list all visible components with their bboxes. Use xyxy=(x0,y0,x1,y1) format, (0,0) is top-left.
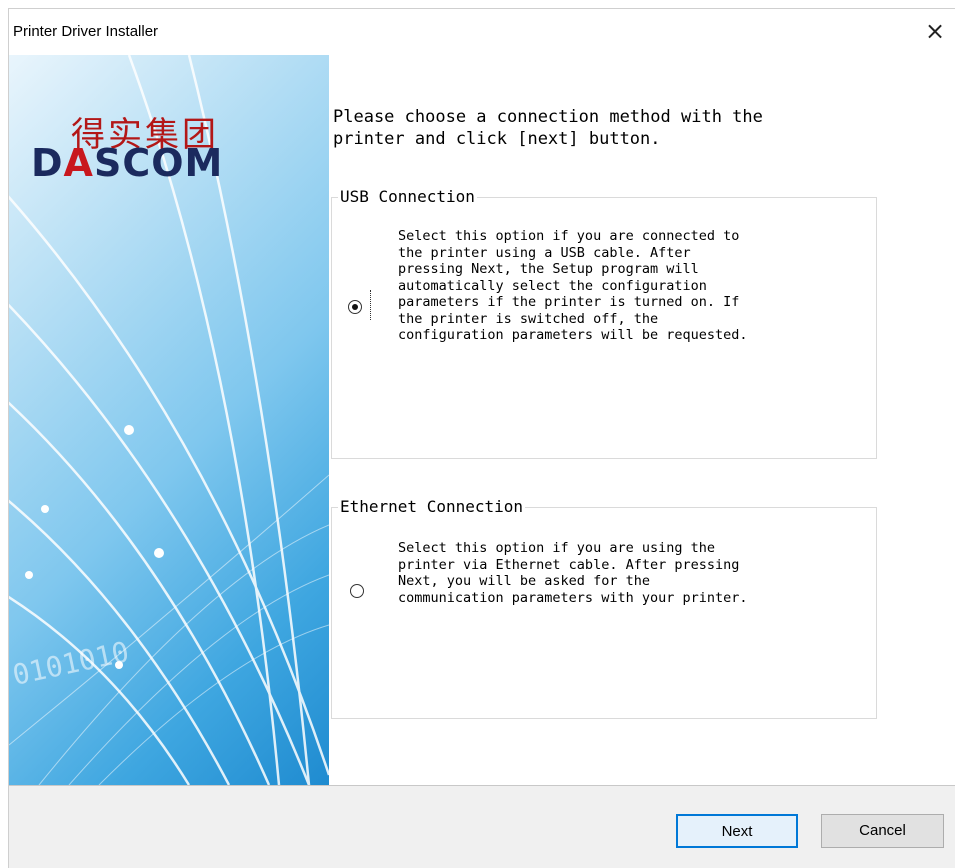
window-title: Printer Driver Installer xyxy=(13,23,159,40)
logo-dascom: DASCOM xyxy=(31,141,223,185)
installer-window: Printer Driver Installer × 0101010 得实集团 … xyxy=(8,8,955,868)
title-bar: Printer Driver Installer × xyxy=(9,9,955,55)
cancel-button[interactable]: Cancel xyxy=(821,814,944,848)
logo-letter-a: A xyxy=(63,141,94,185)
logo-letter-d: D xyxy=(31,141,64,185)
ethernet-connection-radio[interactable] xyxy=(350,584,364,598)
instruction-heading: Please choose a connection method with t… xyxy=(333,107,763,149)
logo-letters-scom: SCOM xyxy=(93,141,224,185)
close-icon[interactable]: × xyxy=(915,13,955,49)
ethernet-connection-description[interactable]: Select this option if you are using the … xyxy=(398,540,748,606)
dascom-banner: 0101010 得实集团 DASCOM xyxy=(9,55,329,785)
usb-connection-description[interactable]: Select this option if you are connected … xyxy=(398,228,748,344)
ethernet-connection-legend: Ethernet Connection xyxy=(338,497,526,517)
focus-indicator xyxy=(370,290,372,320)
button-bar: Next Cancel xyxy=(9,785,955,868)
usb-connection-legend: USB Connection xyxy=(338,187,477,207)
next-button[interactable]: Next xyxy=(676,814,798,848)
ethernet-connection-group: Ethernet Connection Select this option i… xyxy=(331,497,877,719)
usb-connection-group: USB Connection Select this option if you… xyxy=(331,187,877,459)
usb-connection-radio[interactable] xyxy=(348,300,362,314)
